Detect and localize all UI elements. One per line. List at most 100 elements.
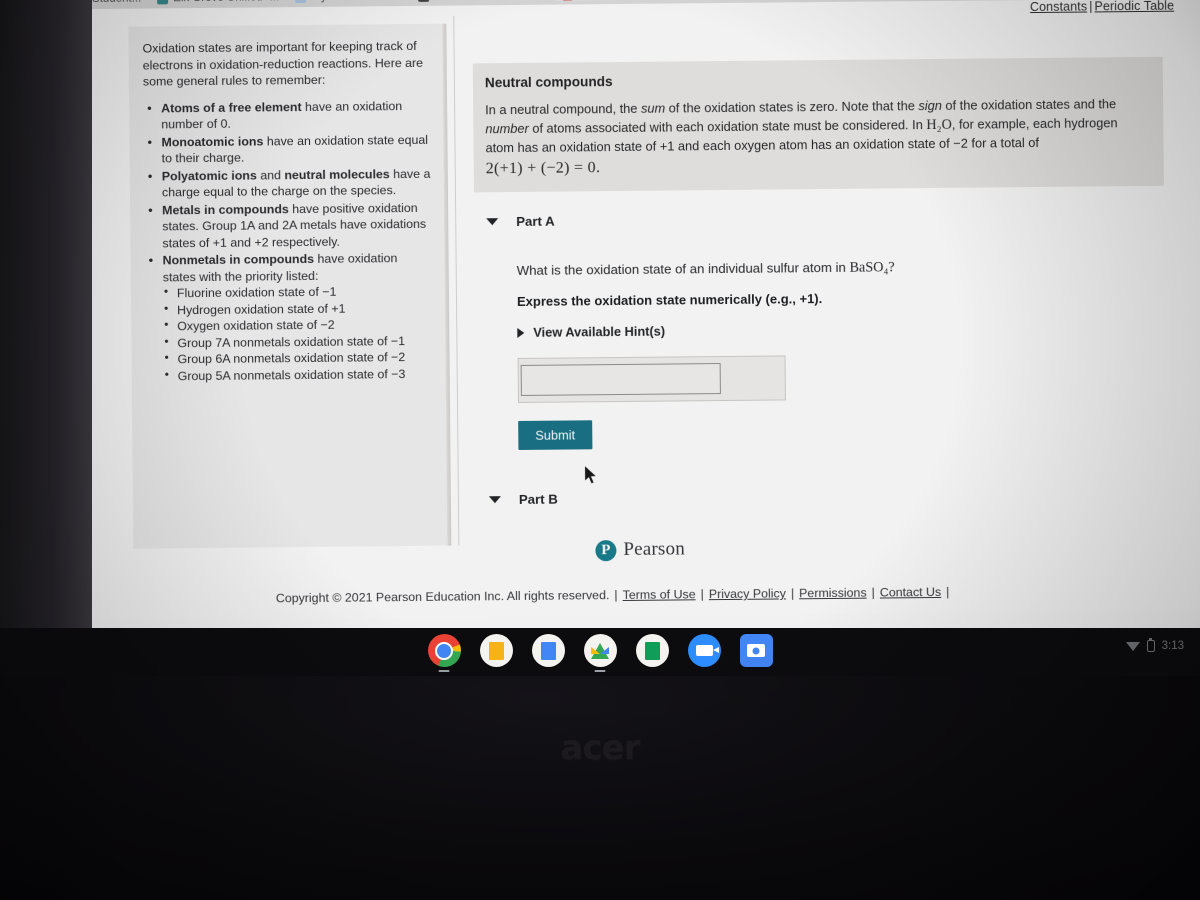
- chevron-right-icon: [517, 327, 525, 338]
- infobox-equation: 2(+1) + (−2) = 0.: [485, 159, 601, 178]
- rule-bold: Polyatomic ions: [161, 167, 257, 183]
- camera-glyph: [747, 644, 765, 657]
- footer-separator: |: [946, 584, 950, 599]
- infobox-text-3: of the oxidation states and the: [941, 96, 1117, 113]
- part-b-header[interactable]: Part B: [488, 486, 1167, 508]
- rule-item-monoatomic-ions: Monoatomic ions have an oxidation state …: [143, 131, 431, 167]
- rule-item-free-element: Atoms of a free element have an oxidatio…: [143, 97, 431, 133]
- tab-label: Elk Grove Unified -...: [173, 0, 279, 4]
- footer-separator: |: [614, 588, 618, 603]
- footer-separator: |: [790, 586, 795, 601]
- periodic-table-link[interactable]: Periodic Table: [1094, 0, 1174, 13]
- infobox-text-1: In a neutral compound, the: [485, 100, 642, 118]
- nonmetal-priority-list: Fluorine oxidation state of −1 Hydrogen …: [163, 283, 434, 385]
- laptop-screen: E Home - AP Student... Elk Grove Unified…: [0, 0, 1200, 652]
- tab-label: My Profile - Zoom: [311, 0, 402, 3]
- google-sheets-icon[interactable]: [635, 634, 669, 667]
- formula-barium-sulfate: BaSO₄: [849, 259, 889, 277]
- page-body: Constants | Periodic Table Oxidation state…: [0, 0, 1200, 652]
- chromeos-shelf: 3:13: [0, 628, 1200, 676]
- browser-tab-my-chem[interactable]: My Chem...: [555, 0, 647, 1]
- clock-time: 3:13: [1161, 640, 1184, 652]
- infobox-heading: Neutral compounds: [484, 74, 613, 91]
- laptop-bezel: acer: [0, 676, 1200, 900]
- chevron-down-icon[interactable]: [488, 496, 501, 504]
- contact-us-link[interactable]: Contact Us: [880, 585, 941, 600]
- desktop-left-margin: [0, 0, 92, 640]
- footer-separator: |: [700, 587, 704, 602]
- browser-tab-elk-grove-unified[interactable]: Elk Grove Unified -...: [151, 0, 289, 4]
- rule-bold-2: neutral molecules: [284, 166, 390, 182]
- wifi-icon: [1125, 641, 1140, 651]
- photograph-of-laptop-screen: E Home - AP Student... Elk Grove Unified…: [0, 0, 1200, 900]
- pearson-logo: P Pearson: [595, 538, 685, 561]
- slides-glyph: [488, 641, 504, 660]
- permissions-link[interactable]: Permissions: [799, 586, 867, 601]
- question-text-pre: What is the oxidation state of an indivi…: [516, 260, 850, 279]
- active-indicator-dot: [438, 670, 450, 672]
- footer-separator: |: [871, 585, 875, 600]
- docs-glyph: [540, 641, 556, 660]
- constants-link[interactable]: Constants: [1030, 0, 1087, 14]
- rules-intro-text: Oxidation states are important for keepi…: [142, 38, 424, 89]
- rule-text-mid: and: [256, 167, 285, 182]
- oxidation-rules-panel: Oxidation states are important for keepi…: [128, 23, 452, 549]
- part-a-title: Part A: [516, 214, 555, 230]
- copyright-text: Copyright © 2021 Pearson Education Inc. …: [275, 588, 610, 606]
- acer-brand-logo: acer: [560, 728, 641, 768]
- view-hints-link[interactable]: View Available Hint(s): [517, 319, 1165, 340]
- image-icon: [418, 0, 430, 2]
- column-divider: [453, 15, 460, 546]
- google-docs-icon[interactable]: [531, 634, 565, 667]
- rules-list: Atoms of a free element have an oxidatio…: [143, 97, 434, 384]
- zoom-icon[interactable]: [687, 634, 721, 667]
- rule-item-nonmetals: Nonmetals in compounds have oxidation st…: [145, 250, 434, 385]
- submit-button[interactable]: Submit: [518, 420, 593, 451]
- infobox-em-number: number: [485, 121, 529, 137]
- browser-tab-results-of-the-great[interactable]: Results of the Great...: [412, 0, 556, 2]
- infobox-em-sum: sum: [640, 100, 666, 116]
- question-instruction: Express the oxidation state numerically …: [516, 291, 823, 310]
- pearson-wordmark: Pearson: [623, 538, 686, 560]
- part-b-title: Part B: [518, 492, 558, 508]
- chrome-icon[interactable]: [427, 634, 461, 672]
- rule-bold: Atoms of a free element: [161, 99, 302, 115]
- infobox-text-2: of the oxidation states is zero. Note th…: [665, 98, 919, 116]
- question-text-post: ?: [888, 259, 895, 276]
- rule-bold: Monoatomic ions: [161, 133, 264, 149]
- answer-input[interactable]: [520, 363, 721, 397]
- school-icon: [157, 0, 169, 4]
- terms-of-use-link[interactable]: Terms of Use: [623, 587, 696, 602]
- part-a-body: What is the oxidation state of an indivi…: [516, 257, 1167, 451]
- answer-input-container: [517, 355, 786, 404]
- chevron-down-icon[interactable]: [486, 218, 499, 226]
- rule-item-polyatomic-ions: Polyatomic ions and neutral molecules ha…: [144, 165, 432, 201]
- utility-links: Constants | Periodic Table: [1030, 0, 1174, 14]
- infobox-paragraph: In a neutral compound, the sum of the ox…: [485, 95, 1150, 158]
- shelf-icon-row: [0, 634, 1200, 672]
- video-camera-glyph: [695, 645, 719, 656]
- panel-right-edge: [442, 23, 452, 546]
- neutral-compounds-infobox: Neutral compounds In a neutral compound,…: [472, 56, 1164, 193]
- sub-rule-group-5a: Group 5A nonmetals oxidation state of −3: [164, 365, 434, 384]
- system-tray[interactable]: 3:13: [1125, 638, 1184, 652]
- google-slides-icon[interactable]: [479, 634, 513, 667]
- drive-glyph: [591, 642, 609, 659]
- privacy-policy-link[interactable]: Privacy Policy: [709, 586, 786, 601]
- zoom-icon: [295, 0, 307, 3]
- rule-bold: Nonmetals in compounds: [162, 251, 315, 268]
- camera-icon[interactable]: [739, 634, 773, 667]
- pearson-mark-icon: P: [595, 539, 617, 561]
- browser-tab-my-profile-zoom[interactable]: My Profile - Zoom: [289, 0, 412, 3]
- part-a-header[interactable]: Part A: [486, 208, 1164, 230]
- google-drive-icon[interactable]: [583, 634, 617, 672]
- rule-item-metals: Metals in compounds have positive oxidat…: [144, 199, 432, 251]
- active-indicator-dot: [594, 670, 606, 672]
- battery-icon: [1146, 638, 1155, 652]
- infobox-em-sign: sign: [918, 97, 942, 114]
- rule-bold: Metals in compounds: [162, 201, 289, 217]
- formula-water: H₂O: [926, 116, 952, 134]
- infobox-text-4: of atoms associated with each oxidation …: [528, 117, 927, 137]
- sheets-glyph: [644, 641, 660, 660]
- view-hints-label: View Available Hint(s): [533, 324, 666, 341]
